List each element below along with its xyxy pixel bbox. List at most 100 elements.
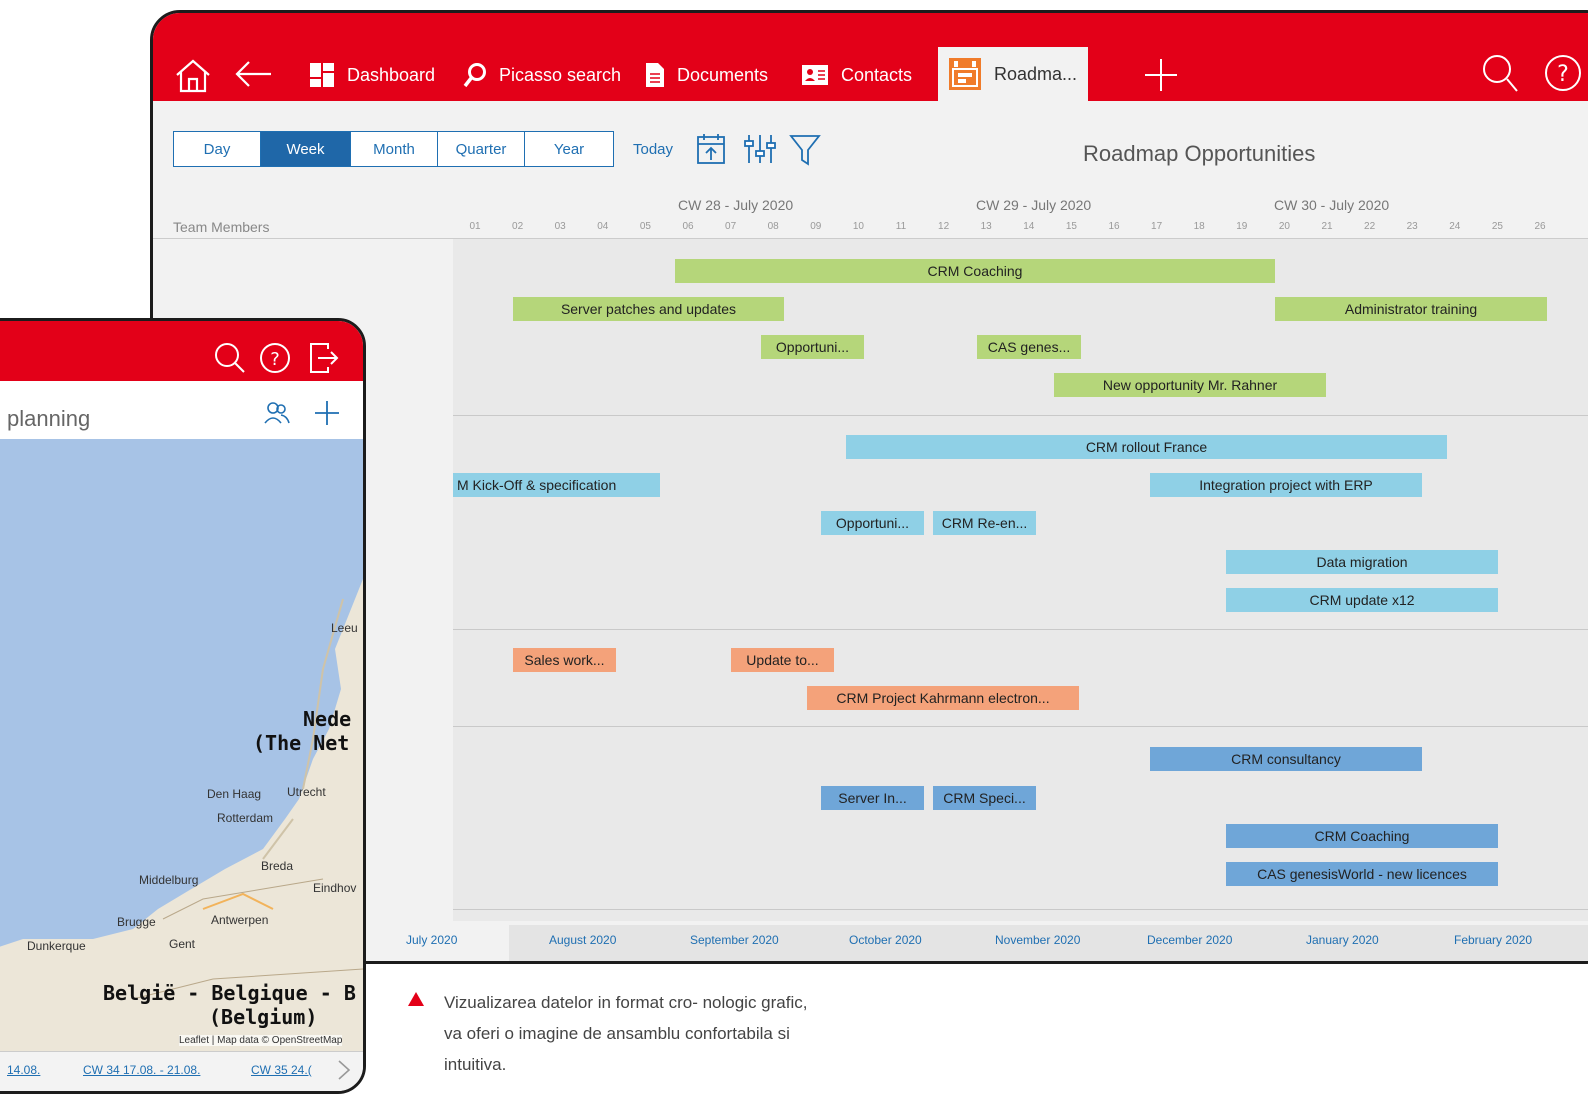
timeline-bar[interactable]: Sales work...	[513, 648, 616, 672]
map-label: Brugge	[117, 915, 156, 929]
tab-picasso-search[interactable]: Picasso search	[463, 53, 621, 97]
timeline-bar[interactable]: Update to...	[731, 648, 834, 672]
svg-text:?: ?	[270, 349, 280, 370]
day-header-label: 07	[725, 221, 737, 232]
week-link[interactable]: CW 35 24.(	[251, 1063, 312, 1077]
view-month-button[interactable]: Month	[350, 131, 438, 167]
view-year-button[interactable]: Year	[524, 131, 614, 167]
tab-documents[interactable]: Documents	[645, 53, 768, 97]
map-attribution[interactable]: Leaflet | Map data © OpenStreetMap	[179, 1035, 343, 1046]
week-link[interactable]: 14.08.	[7, 1063, 40, 1077]
day-header-label: 18	[1193, 221, 1205, 232]
day-header-label: 08	[767, 221, 779, 232]
today-button[interactable]: Today	[633, 141, 673, 158]
day-header-label: 15	[1065, 221, 1077, 232]
day-header-label: 22	[1364, 221, 1376, 232]
timeline-bar[interactable]: CRM Coaching	[675, 259, 1275, 283]
map-country-label: Nede	[303, 707, 352, 731]
people-icon[interactable]	[263, 401, 291, 425]
svg-text:?: ?	[1557, 62, 1569, 87]
timeline-bar[interactable]: Server patches and updates	[513, 297, 784, 321]
month-label[interactable]: February 2020	[1454, 933, 1532, 947]
timeline-bar[interactable]: Opportuni...	[761, 335, 864, 359]
day-header-label: 24	[1449, 221, 1461, 232]
month-label[interactable]: December 2020	[1147, 933, 1232, 947]
phone-window: ? planning Leeu Nede (The Net Den Haag U…	[0, 318, 366, 1094]
view-day-button[interactable]: Day	[173, 131, 261, 167]
timeline-bar[interactable]: CRM Speci...	[933, 786, 1036, 810]
month-label[interactable]: July 2020	[406, 933, 457, 947]
phone-page-title: planning	[7, 406, 91, 431]
view-quarter-button[interactable]: Quarter	[437, 131, 525, 167]
month-label[interactable]: August 2020	[549, 933, 616, 947]
phone-top-bar: ?	[0, 321, 363, 381]
plus-icon[interactable]	[313, 399, 341, 427]
day-header-label: 26	[1534, 221, 1546, 232]
timeline-bar[interactable]: CRM update x12	[1226, 588, 1498, 612]
map-label: Den Haag	[207, 787, 262, 801]
timeline-bar[interactable]: CRM Project Kahrmann electron...	[807, 686, 1079, 710]
timeline-bar[interactable]: M Kick-Off & specification	[453, 473, 660, 497]
plus-icon[interactable]	[1143, 57, 1179, 93]
day-header-label: 11	[895, 221, 907, 232]
roadmap-calendar-icon	[949, 58, 981, 90]
chevron-right-icon[interactable]	[337, 1059, 351, 1081]
search-icon[interactable]	[213, 341, 247, 375]
search-icon	[463, 63, 486, 88]
day-header-label: 16	[1108, 221, 1120, 232]
timeline-bar[interactable]: Integration project with ERP	[1150, 473, 1422, 497]
timeline-bar[interactable]: CRM rollout France	[846, 435, 1447, 459]
map-label: Dunkerque	[27, 939, 86, 953]
timeline-bar[interactable]: CAS genesisWorld - new licences	[1226, 862, 1498, 886]
calendar-week-label: CW 29 - July 2020	[976, 197, 1092, 213]
day-header-label: 01	[469, 221, 481, 232]
tab-contacts[interactable]: Contacts	[801, 53, 912, 97]
day-header-label: 02	[512, 221, 524, 232]
document-icon	[646, 63, 664, 87]
tab-dashboard[interactable]: Dashboard	[309, 53, 435, 97]
dashboard-icon	[310, 63, 334, 87]
tab-roadmap[interactable]: Roadma...	[938, 47, 1088, 101]
map-label: Leeu	[331, 621, 358, 635]
timeline-bar[interactable]: CRM Coaching	[1226, 824, 1498, 848]
group-separator	[453, 909, 1588, 910]
help-icon[interactable]: ?	[1543, 53, 1583, 93]
map-label: Breda	[261, 859, 294, 873]
back-arrow-icon[interactable]	[233, 59, 273, 89]
week-link[interactable]: CW 34 17.08. - 21.08.	[83, 1063, 200, 1077]
day-header-label: 05	[639, 221, 651, 232]
timeline-bar[interactable]: CAS genes...	[977, 335, 1081, 359]
map-view[interactable]: Leeu Nede (The Net Den Haag Utrecht Rott…	[0, 439, 363, 1051]
timeline-bar[interactable]: Administrator training	[1275, 297, 1547, 321]
help-icon[interactable]: ?	[258, 341, 292, 375]
timeline-bar[interactable]: Opportuni...	[821, 511, 924, 535]
map-label: Antwerpen	[211, 913, 269, 927]
day-header-label: 21	[1321, 221, 1333, 232]
view-week-button[interactable]: Week	[260, 131, 351, 167]
month-label[interactable]: September 2020	[690, 933, 779, 947]
group-separator	[453, 415, 1588, 416]
month-label[interactable]: November 2020	[995, 933, 1080, 947]
day-header-label: 06	[682, 221, 694, 232]
sliders-icon[interactable]	[744, 133, 776, 165]
timeline-bar[interactable]: CRM consultancy	[1150, 747, 1422, 771]
day-header-label: 17	[1151, 221, 1163, 232]
timeline-bar[interactable]: New opportunity Mr. Rahner	[1054, 373, 1326, 397]
timeline-bar[interactable]: Data migration	[1226, 550, 1498, 574]
day-header-label: 04	[597, 221, 609, 232]
month-label[interactable]: January 2020	[1306, 933, 1379, 947]
month-label[interactable]: October 2020	[849, 933, 922, 947]
map-label: Rotterdam	[217, 811, 274, 825]
home-icon[interactable]	[173, 57, 213, 93]
logout-icon[interactable]	[308, 341, 340, 375]
tab-roadmap-label: Roadma...	[994, 63, 1078, 84]
timeline-bar[interactable]: CRM Re-en...	[933, 511, 1036, 535]
calendar-jump-icon[interactable]	[696, 133, 726, 165]
top-navigation-bar: Dashboard Picasso search Documents Conta…	[153, 13, 1588, 101]
filter-icon[interactable]	[789, 133, 821, 167]
group-separator	[453, 726, 1588, 727]
group-separator	[453, 629, 1588, 630]
search-icon[interactable]	[1481, 53, 1519, 93]
timeline-bar[interactable]: Server In...	[821, 786, 924, 810]
map-label: Eindhov	[313, 881, 357, 895]
